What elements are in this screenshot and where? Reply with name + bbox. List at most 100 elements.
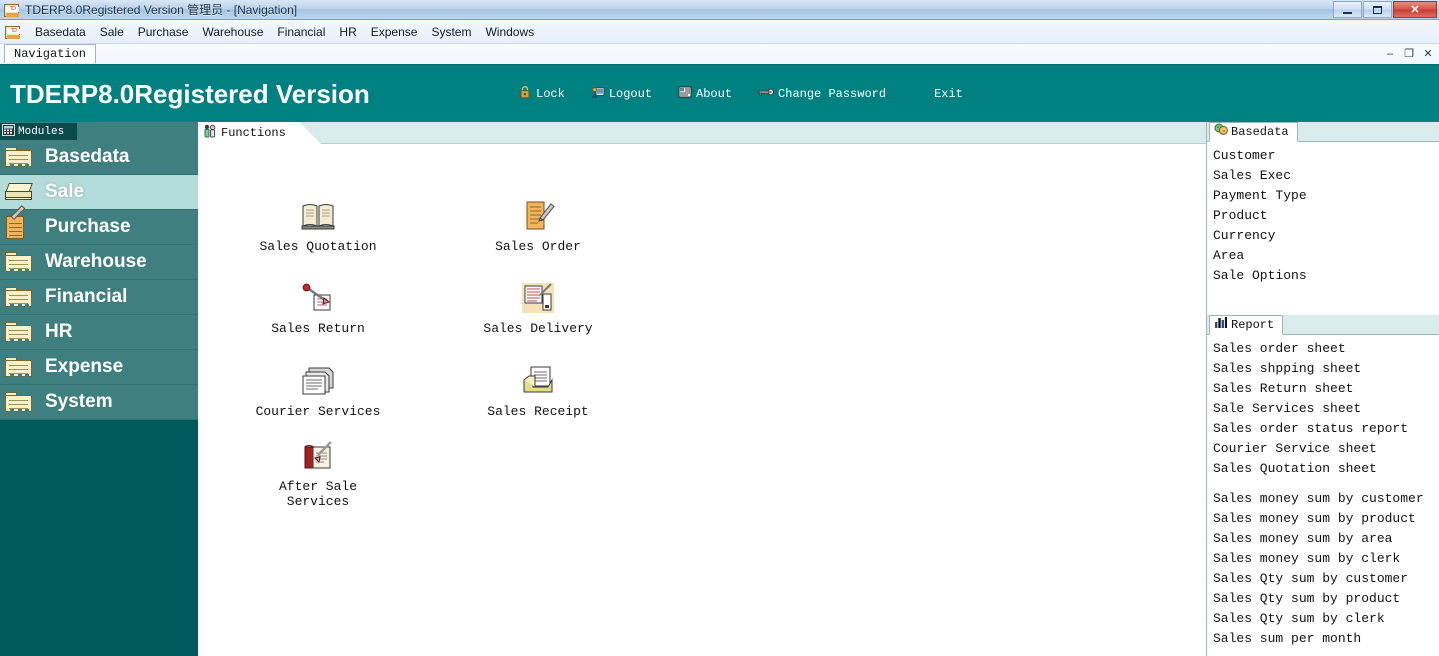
sidebar-item-system[interactable]: System bbox=[0, 385, 198, 420]
report-item-sales-qty-sum-by-product[interactable]: Sales Qty sum by product bbox=[1207, 589, 1439, 609]
tab-basedata[interactable]: Basedata bbox=[1209, 122, 1298, 142]
tab-functions[interactable]: Functions bbox=[198, 122, 300, 144]
sidebar-item-label: Basedata bbox=[45, 146, 130, 167]
window-close-button[interactable]: ✕ bbox=[1393, 1, 1437, 18]
basedata-item-area[interactable]: Area bbox=[1207, 246, 1439, 266]
sidebar-item-label: System bbox=[45, 391, 113, 412]
tab-report-label: Report bbox=[1231, 318, 1275, 332]
function-sales-return[interactable]: Sales Return bbox=[228, 281, 408, 336]
lock-button[interactable]: Lock bbox=[518, 85, 565, 103]
sidebar-item-financial[interactable]: Financial bbox=[0, 280, 198, 315]
basedata-spheres-icon bbox=[1214, 123, 1228, 141]
menu-item-warehouse[interactable]: Warehouse bbox=[195, 22, 270, 42]
function-label: Sales Receipt bbox=[487, 404, 589, 419]
sidebar-item-expense[interactable]: Expense bbox=[0, 350, 198, 385]
about-info-icon bbox=[678, 85, 692, 103]
padlock-icon bbox=[518, 85, 532, 103]
report-item-sales-qty-sum-by-clerk[interactable]: Sales Qty sum by clerk bbox=[1207, 609, 1439, 629]
report-item-sales-money-sum-by-product[interactable]: Sales money sum by product bbox=[1207, 509, 1439, 529]
folder-icon bbox=[5, 355, 35, 379]
menu-item-windows[interactable]: Windows bbox=[478, 22, 541, 42]
function-label: Courier Services bbox=[255, 404, 381, 419]
tderp-menu-icon: TD bbox=[5, 25, 21, 39]
report-item-sales-money-sum-by-area[interactable]: Sales money sum by area bbox=[1207, 529, 1439, 549]
basedata-item-product[interactable]: Product bbox=[1207, 206, 1439, 226]
report-item-courier-service-sheet[interactable]: Courier Service sheet bbox=[1207, 439, 1439, 459]
app-banner-title: TDERP8.0Registered Version bbox=[10, 79, 370, 109]
report-list-separator bbox=[1207, 479, 1439, 489]
function-sales-quotation[interactable]: Sales Quotation bbox=[228, 199, 408, 254]
sidebar-item-label: Purchase bbox=[45, 216, 131, 237]
sidebar-item-basedata[interactable]: Basedata bbox=[0, 140, 198, 175]
tab-report[interactable]: Report bbox=[1209, 315, 1284, 335]
menu-item-sale[interactable]: Sale bbox=[93, 22, 131, 42]
sidebar-item-warehouse[interactable]: Warehouse bbox=[0, 245, 198, 280]
report-item-sales-money-sum-by-clerk[interactable]: Sales money sum by clerk bbox=[1207, 549, 1439, 569]
exit-label: Exit bbox=[934, 87, 963, 101]
report-tabstrip: Report bbox=[1207, 315, 1439, 335]
functions-tab-slant bbox=[299, 122, 321, 144]
sidebar-module-list: Basedata Sale Purchase Warehouse Financi… bbox=[0, 140, 198, 420]
report-item-sales-return-sheet[interactable]: Sales Return sheet bbox=[1207, 379, 1439, 399]
about-button[interactable]: About bbox=[678, 85, 732, 103]
function-sales-receipt[interactable]: Sales Receipt bbox=[448, 364, 628, 419]
exit-button[interactable]: Exit bbox=[934, 87, 963, 101]
tderp-app-icon: TD bbox=[4, 3, 20, 17]
basedata-item-customer[interactable]: Customer bbox=[1207, 146, 1439, 166]
mdi-minimize-button[interactable]: – bbox=[1382, 46, 1398, 61]
sidebar-tab-modules[interactable]: Modules bbox=[0, 122, 78, 140]
menu-item-expense[interactable]: Expense bbox=[364, 22, 425, 42]
report-item-sales-order-status-report[interactable]: Sales order status report bbox=[1207, 419, 1439, 439]
folder-icon bbox=[5, 285, 35, 309]
service-book-pen-icon bbox=[300, 439, 336, 473]
report-item-sales-sum-per-month[interactable]: Sales sum per month bbox=[1207, 629, 1439, 649]
folder-icon bbox=[5, 390, 35, 414]
tab-functions-label: Functions bbox=[221, 126, 286, 140]
sidebar-item-purchase[interactable]: Purchase bbox=[0, 205, 198, 245]
window-title: TDERP8.0Registered Version 管理员 - [Naviga… bbox=[25, 3, 298, 17]
logout-icon bbox=[591, 85, 605, 103]
mdi-close-button[interactable]: ✕ bbox=[1420, 46, 1436, 61]
function-sales-order[interactable]: Sales Order bbox=[448, 199, 628, 254]
report-item-sales-order-sheet[interactable]: Sales order sheet bbox=[1207, 339, 1439, 359]
sidebar-item-hr[interactable]: HR bbox=[0, 315, 198, 350]
delivery-note-icon bbox=[520, 281, 556, 315]
window-maximize-button[interactable] bbox=[1363, 1, 1392, 18]
mdi-restore-button[interactable]: ❐ bbox=[1401, 46, 1417, 61]
change-password-label: Change Password bbox=[778, 87, 887, 101]
stacked-papers-icon bbox=[300, 364, 336, 398]
function-sales-delivery[interactable]: Sales Delivery bbox=[448, 281, 628, 336]
menu-item-hr[interactable]: HR bbox=[332, 22, 363, 42]
logout-button[interactable]: Logout bbox=[591, 85, 652, 103]
report-item-sale-services-sheet[interactable]: Sale Services sheet bbox=[1207, 399, 1439, 419]
function-courier-services[interactable]: Courier Services bbox=[228, 364, 408, 419]
basedata-item-sale-options[interactable]: Sale Options bbox=[1207, 266, 1439, 286]
menu-item-basedata[interactable]: Basedata bbox=[28, 22, 93, 42]
menu-item-purchase[interactable]: Purchase bbox=[131, 22, 196, 42]
report-item-sales-shipping-sheet[interactable]: Sales shpping sheet bbox=[1207, 359, 1439, 379]
basedata-item-payment-type[interactable]: Payment Type bbox=[1207, 186, 1439, 206]
mdi-tab-navigation[interactable]: Navigation bbox=[4, 44, 97, 63]
function-after-sale-services[interactable]: After Sale Services bbox=[228, 439, 408, 509]
basedata-item-currency[interactable]: Currency bbox=[1207, 226, 1439, 246]
basedata-item-sales-exec[interactable]: Sales Exec bbox=[1207, 166, 1439, 186]
receipt-tray-icon bbox=[520, 364, 556, 398]
report-item-sales-qty-sum-by-customer[interactable]: Sales Qty sum by customer bbox=[1207, 569, 1439, 589]
report-panel: Report Sales order sheet Sales shpping s… bbox=[1207, 315, 1439, 656]
basedata-tabstrip: Basedata bbox=[1207, 122, 1439, 142]
function-label: Sales Order bbox=[495, 239, 581, 254]
banner-action-bar: Lock Logout About Change Password Exit bbox=[518, 85, 963, 103]
menu-item-financial[interactable]: Financial bbox=[270, 22, 332, 42]
window-minimize-button[interactable] bbox=[1333, 1, 1362, 18]
report-item-sales-money-sum-by-customer[interactable]: Sales money sum by customer bbox=[1207, 489, 1439, 509]
function-label: Sales Return bbox=[271, 321, 365, 336]
menu-item-system[interactable]: System bbox=[424, 22, 478, 42]
function-label: Sales Delivery bbox=[483, 321, 593, 336]
open-book-icon bbox=[300, 199, 336, 233]
report-item-sales-quotation-sheet[interactable]: Sales Quotation sheet bbox=[1207, 459, 1439, 479]
notepad-pencil-icon bbox=[520, 199, 556, 233]
functions-tabstrip: Functions bbox=[198, 122, 1206, 144]
modules-grid-icon bbox=[2, 123, 15, 141]
sidebar-item-sale[interactable]: Sale bbox=[0, 175, 198, 210]
change-password-button[interactable]: Change Password bbox=[758, 86, 886, 102]
